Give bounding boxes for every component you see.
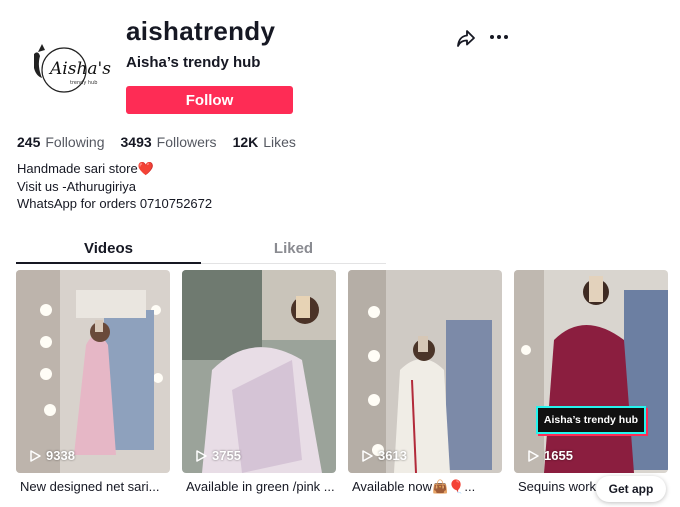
bio: Handmade sari store❤️ Visit us -Athurugi… (17, 160, 212, 213)
video-card[interactable]: 3613 Available now👜🎈... (348, 270, 502, 495)
video-thumbnail[interactable]: 9338 (16, 270, 170, 473)
video-card[interactable]: 3755 Available in green /pink ... (182, 270, 336, 494)
video-grid: 9338 New designed net sari... 3755 Avail… (16, 270, 680, 507)
play-icon (30, 449, 41, 462)
tab-liked[interactable]: Liked (201, 236, 386, 263)
play-icon (362, 449, 373, 462)
profile-stats: 245 Following 3493 Followers 12K Likes (17, 134, 296, 150)
bio-line: WhatsApp for orders 0710752672 (17, 196, 213, 211)
more-icon[interactable] (488, 30, 510, 44)
view-count: 3613 (362, 448, 407, 463)
view-count: 1655 (528, 448, 573, 463)
bio-line: Handmade sari store❤️ (17, 161, 154, 176)
get-app-button[interactable]: Get app (596, 476, 666, 502)
video-caption[interactable]: Available now👜🎈... (348, 479, 502, 495)
video-caption[interactable]: Available in green /pink ... (182, 479, 336, 494)
tab-videos[interactable]: Videos (16, 236, 201, 263)
follow-button[interactable]: Follow (126, 86, 293, 114)
video-caption[interactable]: New designed net sari... (16, 479, 170, 494)
avatar[interactable]: Aisha's trendy hub (16, 22, 112, 118)
video-thumbnail[interactable]: 3613 (348, 270, 502, 473)
video-thumbnail[interactable]: Aisha’s trendy hub 1655 (514, 270, 668, 473)
brand-logo: Aisha's trendy hub (34, 44, 111, 93)
following-stat[interactable]: 245 Following (17, 134, 105, 150)
video-card[interactable]: Aisha’s trendy hub 1655 Sequins work (514, 270, 668, 494)
display-name: Aisha’s trendy hub (126, 54, 261, 71)
svg-text:Aisha's: Aisha's (48, 59, 111, 79)
video-overlay-tag: Aisha’s trendy hub (536, 406, 646, 434)
play-icon (528, 449, 539, 462)
followers-stat[interactable]: 3493 Followers (121, 134, 217, 150)
svg-text:trendy hub: trendy hub (70, 80, 97, 86)
play-icon (196, 449, 207, 462)
video-card[interactable]: 9338 New designed net sari... (16, 270, 170, 494)
bio-line: Visit us -Athurugiriya (17, 178, 136, 194)
video-thumbnail[interactable]: 3755 (182, 270, 336, 473)
username: aishatrendy (126, 16, 276, 46)
view-count: 9338 (30, 448, 75, 463)
share-icon[interactable] (456, 28, 476, 48)
tab-indicator (16, 262, 201, 264)
view-count: 3755 (196, 448, 241, 463)
likes-stat: 12K Likes (232, 134, 296, 150)
profile-tabs: Videos Liked (16, 236, 386, 264)
